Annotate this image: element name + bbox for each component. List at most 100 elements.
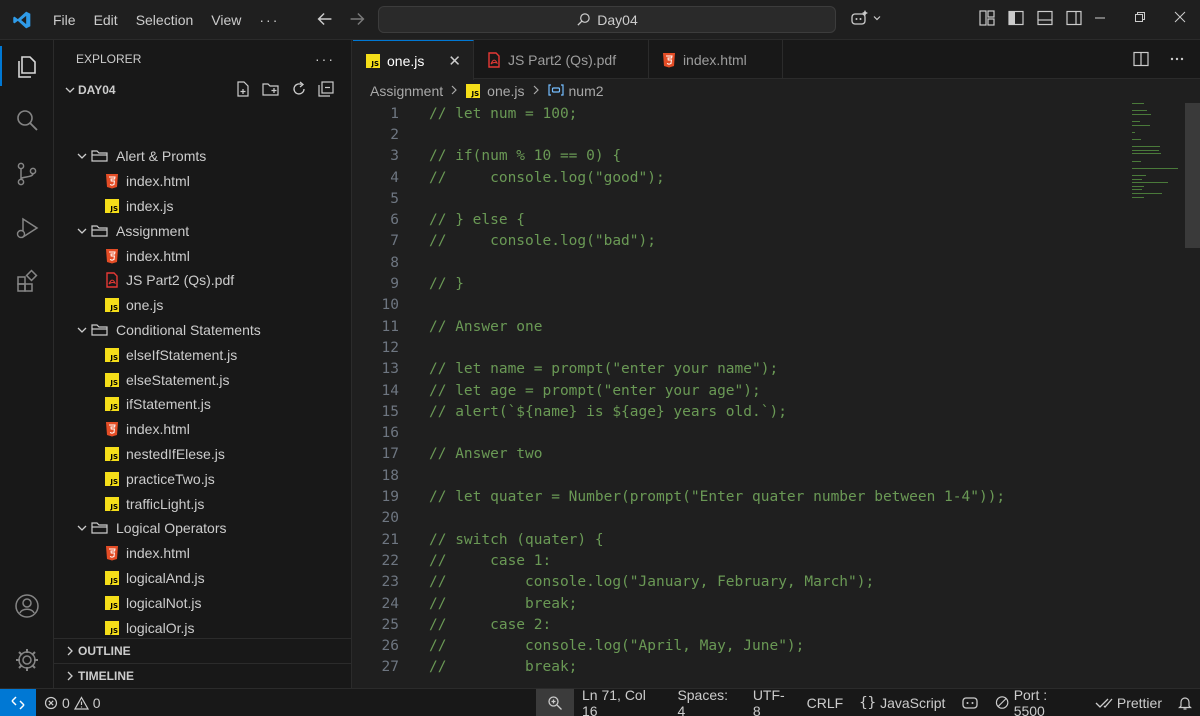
code-line[interactable]: 12 bbox=[353, 337, 399, 358]
timeline-section[interactable]: TIMELINE bbox=[54, 663, 351, 688]
toggle-secondary-sidebar-icon[interactable] bbox=[1065, 9, 1083, 27]
explorer-icon[interactable] bbox=[0, 42, 54, 90]
code-line[interactable]: 1 // let num = 100; bbox=[353, 103, 577, 124]
tab-index-html[interactable]: index.html bbox=[649, 40, 783, 79]
code-line[interactable]: 11 // Answer one bbox=[353, 316, 543, 337]
customize-layout-icon[interactable] bbox=[978, 9, 996, 27]
code-line[interactable]: 3 // if(num % 10 == 0) { bbox=[353, 146, 621, 167]
code-line[interactable]: 16 bbox=[353, 423, 399, 444]
scrollbar-thumb[interactable] bbox=[1185, 103, 1200, 248]
close-icon[interactable] bbox=[1174, 9, 1186, 27]
breadcrumb-file[interactable]: one.js bbox=[487, 83, 524, 99]
refresh-icon[interactable] bbox=[290, 80, 308, 101]
code-line[interactable]: 17 // Answer two bbox=[353, 444, 543, 465]
collapse-all-icon[interactable] bbox=[317, 80, 335, 101]
code-line[interactable]: 18 bbox=[353, 465, 399, 486]
code-line[interactable]: 26 // console.log("April, May, June"); bbox=[353, 636, 805, 657]
problems-indicator[interactable]: 0 0 bbox=[36, 689, 109, 716]
tree-file[interactable]: index.html bbox=[54, 417, 351, 442]
code-line[interactable]: 9 // } bbox=[353, 273, 464, 294]
run-debug-icon[interactable] bbox=[0, 204, 54, 252]
code-line[interactable]: 15 // alert(`${name} is ${age} years old.… bbox=[353, 401, 787, 422]
menu-more-button[interactable]: ··· bbox=[250, 12, 288, 28]
tree-folder[interactable]: Logical Operators bbox=[54, 516, 351, 541]
tree-file[interactable]: JS index.js bbox=[54, 194, 351, 219]
indentation[interactable]: Spaces: 4 bbox=[669, 687, 744, 716]
account-icon[interactable] bbox=[0, 582, 54, 630]
encoding[interactable]: UTF-8 bbox=[745, 687, 799, 716]
code-line[interactable]: 10 bbox=[353, 295, 399, 316]
tree-file[interactable]: index.html bbox=[54, 243, 351, 268]
minimize-icon[interactable] bbox=[1094, 9, 1106, 27]
breadcrumb-folder[interactable]: Assignment bbox=[370, 83, 443, 99]
close-tab-icon[interactable]: ✕ bbox=[448, 52, 461, 70]
code-line[interactable]: 20 bbox=[353, 508, 399, 529]
search-icon[interactable] bbox=[0, 96, 54, 144]
tree-file[interactable]: JS elseStatement.js bbox=[54, 367, 351, 392]
code-line[interactable]: 25 // case 2: bbox=[353, 614, 552, 635]
back-arrow-icon[interactable] bbox=[314, 8, 336, 34]
copilot-status[interactable] bbox=[953, 689, 987, 716]
tree-file[interactable]: JS elseIfStatement.js bbox=[54, 342, 351, 367]
code-line[interactable]: 5 bbox=[353, 188, 399, 209]
prettier-status[interactable]: Prettier bbox=[1087, 689, 1170, 716]
settings-gear-icon[interactable] bbox=[0, 636, 54, 684]
restore-icon[interactable] bbox=[1134, 9, 1146, 27]
tree-folder[interactable]: Alert & Promts bbox=[54, 144, 351, 169]
tree-file[interactable]: JS ifStatement.js bbox=[54, 392, 351, 417]
toggle-panel-icon[interactable] bbox=[1036, 9, 1054, 27]
code-line[interactable]: 6 // } else { bbox=[353, 210, 525, 231]
tree-file[interactable]: JS trafficLight.js bbox=[54, 491, 351, 516]
code-editor[interactable]: 1// let num = 100; 2 3// if(num % 10 == 0)… bbox=[353, 103, 1123, 688]
breadcrumb-symbol[interactable]: num2 bbox=[569, 83, 604, 99]
tree-file[interactable]: JS practiceTwo.js bbox=[54, 466, 351, 491]
notifications-button[interactable] bbox=[1170, 689, 1200, 716]
menu-selection[interactable]: Selection bbox=[127, 12, 203, 28]
command-center-search[interactable]: Day04 bbox=[378, 6, 836, 33]
forward-arrow-icon[interactable] bbox=[346, 8, 368, 34]
code-line[interactable]: 8 bbox=[353, 252, 399, 273]
menu-view[interactable]: View bbox=[202, 12, 250, 28]
code-line[interactable]: 24 // break; bbox=[353, 593, 578, 614]
toggle-sidebar-icon[interactable] bbox=[1007, 9, 1025, 27]
code-line[interactable]: 14 // let age = prompt("enter your age"); bbox=[353, 380, 761, 401]
tree-file[interactable]: JS logicalOr.js bbox=[54, 615, 351, 638]
code-line[interactable]: 21 // switch (quater) { bbox=[353, 529, 604, 550]
remote-indicator[interactable] bbox=[0, 689, 36, 716]
code-line[interactable]: 4 // console.log("good"); bbox=[353, 167, 664, 188]
more-actions-icon[interactable] bbox=[1168, 50, 1186, 72]
tree-file[interactable]: index.html bbox=[54, 541, 351, 566]
code-line[interactable]: 19 // let quater = Number(prompt("Enter q… bbox=[353, 486, 1006, 507]
end-of-line[interactable]: CRLF bbox=[799, 689, 852, 716]
tree-file[interactable]: JS logicalAnd.js bbox=[54, 566, 351, 591]
tree-file[interactable]: JS one.js bbox=[54, 293, 351, 318]
split-editor-icon[interactable] bbox=[1132, 50, 1150, 72]
explorer-more-button[interactable]: ··· bbox=[315, 51, 335, 67]
code-line[interactable]: 13 // let name = prompt("enter your name"… bbox=[353, 359, 779, 380]
zoom-button[interactable] bbox=[536, 689, 574, 716]
language-mode[interactable]: {} JavaScript bbox=[851, 689, 953, 716]
tree-file[interactable]: JS nestedIfElese.js bbox=[54, 442, 351, 467]
tab-js-part2-pdf[interactable]: JS Part2 (Qs).pdf bbox=[474, 40, 649, 79]
menu-edit[interactable]: Edit bbox=[85, 12, 127, 28]
tree-folder[interactable]: Assignment bbox=[54, 218, 351, 243]
code-line[interactable]: 22 // case 1: bbox=[353, 550, 552, 571]
tab-one-js[interactable]: JS one.js ✕ bbox=[353, 40, 474, 80]
extensions-icon[interactable] bbox=[0, 258, 54, 306]
tree-folder[interactable]: Conditional Statements bbox=[54, 318, 351, 343]
code-line[interactable]: 27 // break; bbox=[353, 657, 578, 678]
root-folder-header[interactable]: DAY04 bbox=[54, 78, 351, 102]
minimap[interactable] bbox=[1124, 103, 1184, 213]
source-control-icon[interactable] bbox=[0, 150, 54, 198]
menu-file[interactable]: File bbox=[44, 12, 85, 28]
cursor-position[interactable]: Ln 71, Col 16 bbox=[574, 687, 669, 716]
new-folder-icon[interactable] bbox=[261, 80, 281, 101]
editor-scrollbar[interactable] bbox=[1185, 103, 1200, 688]
tree-file[interactable]: JS logicalNot.js bbox=[54, 590, 351, 615]
live-server-port[interactable]: Port : 5500 bbox=[987, 687, 1086, 716]
code-line[interactable]: 2 bbox=[353, 124, 399, 145]
code-line[interactable]: 23 // console.log("January, February, Mar… bbox=[353, 572, 875, 593]
new-file-icon[interactable] bbox=[234, 80, 252, 101]
code-line[interactable]: 7 // console.log("bad"); bbox=[353, 231, 656, 252]
outline-section[interactable]: OUTLINE bbox=[54, 638, 351, 663]
